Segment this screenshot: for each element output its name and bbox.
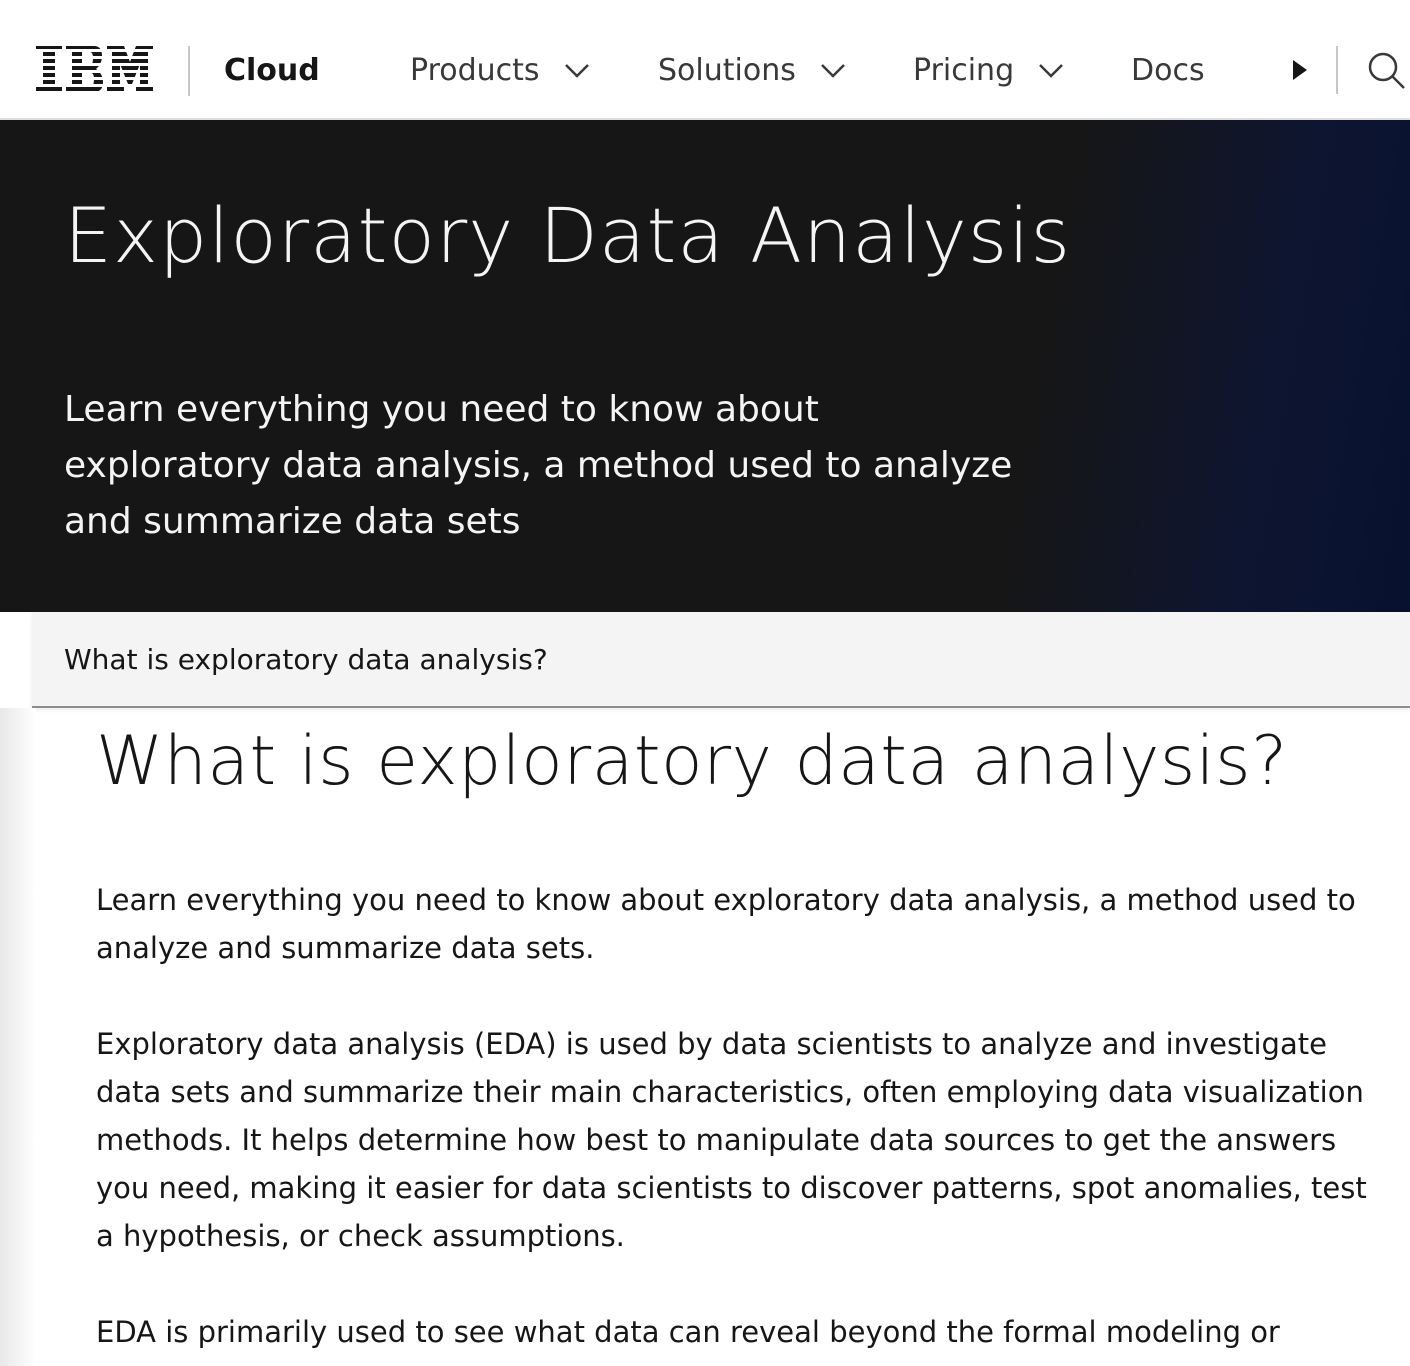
nav-products-label: Products [410,53,540,88]
nav-divider [1336,46,1338,94]
nav-docs[interactable]: Docs [1131,52,1205,90]
chevron-down-icon [564,64,589,78]
search-icon[interactable] [1366,50,1406,90]
nav-solutions-label: Solutions [658,53,796,88]
hero-subtitle: Learn everything you need to know about … [64,389,1013,542]
nav-pricing-label: Pricing [913,53,1015,88]
hero-banner: Exploratory Data Analysis Learn everythi… [0,120,1410,612]
nav-products[interactable]: Products [410,52,592,90]
nav-pricing[interactable]: Pricing [913,52,1066,90]
logo-divider [188,46,190,96]
caret-right-icon[interactable] [1286,56,1312,84]
brand-link[interactable]: Cloud [224,52,320,90]
toc-item-what-is-eda[interactable]: What is exploratory data analysis? [64,642,548,678]
chevron-down-icon [820,64,845,78]
table-of-contents: What is exploratory data analysis? [32,612,1410,708]
article-paragraph: Exploratory data analysis (EDA) is used … [96,1027,1367,1253]
article-paragraph: EDA is primarily used to see what data c… [96,1315,1280,1349]
masthead: Cloud Products Solutions Pricing Docs [0,0,1410,120]
hero-title: Exploratory Data Analysis [64,191,1072,280]
chevron-down-icon [1039,64,1064,78]
article-heading: What is exploratory data analysis? [96,722,1288,801]
nav-solutions[interactable]: Solutions [658,52,848,90]
article-paragraph: Learn everything you need to know about … [96,883,1356,965]
ibm-logo[interactable] [36,44,154,96]
nav-docs-label: Docs [1131,53,1205,88]
left-gutter [0,708,36,1366]
